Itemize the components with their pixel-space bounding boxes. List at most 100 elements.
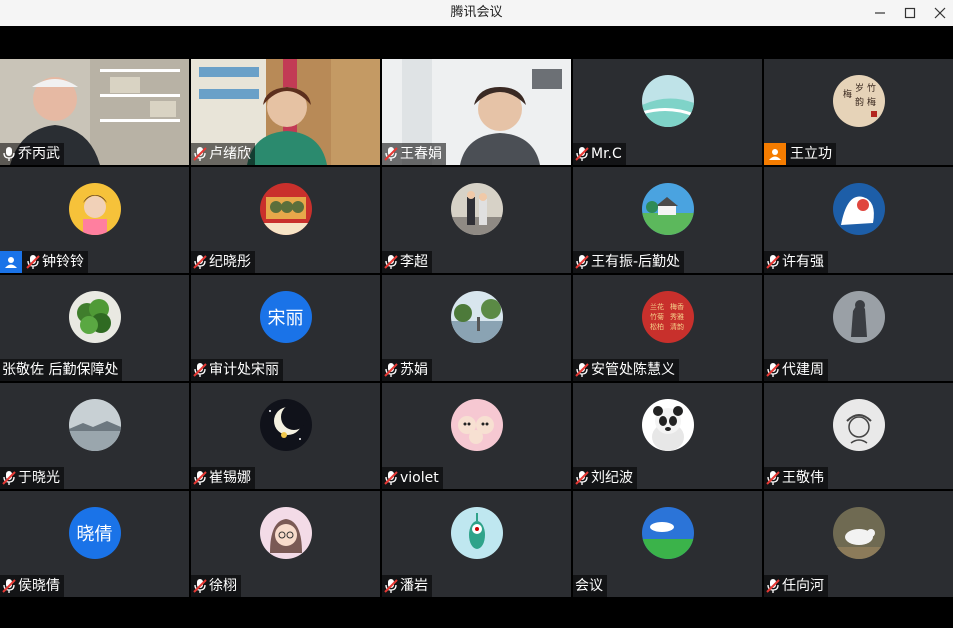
participant-tile[interactable]: 宋丽审计处宋丽: [191, 275, 380, 381]
participant-tile[interactable]: 崔锡娜: [191, 383, 380, 489]
participant-tile[interactable]: Mr.C: [573, 59, 762, 165]
title-bar: 腾讯会议: [0, 0, 953, 26]
svg-text:梅: 梅: [867, 96, 876, 108]
participant-name-label: 李超: [382, 251, 432, 273]
participant-avatar: 竹梅岁韵梅: [832, 75, 885, 127]
mic-muted-icon: [384, 471, 398, 485]
participant-tile[interactable]: 于晓光: [0, 383, 189, 489]
participant-tile[interactable]: 王敬伟: [764, 383, 953, 489]
mic-muted-icon: [575, 147, 589, 161]
participant-name: 纪晓彤: [209, 254, 251, 270]
participant-name: 会议: [575, 578, 603, 594]
participant-name-label: 王敬伟: [764, 467, 828, 489]
participant-name-label: 审计处宋丽: [191, 359, 283, 381]
participant-avatar: [641, 75, 694, 127]
participant-name-label: 王立功: [764, 143, 836, 165]
participant-avatar: [450, 399, 503, 451]
participant-tile[interactable]: 刘纪波: [573, 383, 762, 489]
avatar-initials: 晓倩: [76, 524, 113, 545]
participant-name-label: 侯晓倩: [0, 575, 64, 597]
participant-avatar: 宋丽: [259, 291, 312, 343]
maximize-icon: [904, 7, 916, 19]
participant-avatar: [259, 399, 312, 451]
participant-avatar: [450, 183, 503, 235]
participant-tile[interactable]: 乔丙武: [0, 59, 189, 165]
participant-name-label: 王有振-后勤处: [573, 251, 685, 273]
participant-avatar: [832, 399, 885, 451]
avatar-initials: 宋丽: [267, 308, 304, 329]
mic-muted-icon: [193, 255, 207, 269]
participant-avatar: [832, 291, 885, 343]
participant-name: violet: [400, 470, 439, 486]
participant-tile[interactable]: 晓倩侯晓倩: [0, 491, 189, 597]
participant-name: 乔丙武: [18, 146, 60, 162]
participant-name: 审计处宋丽: [209, 362, 279, 378]
participant-name: 李超: [400, 254, 428, 270]
maximize-button[interactable]: [895, 0, 925, 26]
participant-name-label: 王春娟: [382, 143, 446, 165]
participant-tile[interactable]: 会议: [573, 491, 762, 597]
participant-name-label: 钟铃铃: [0, 251, 88, 273]
participant-name: 王有振-后勤处: [591, 254, 681, 270]
svg-text:梅: 梅: [843, 88, 852, 100]
close-button[interactable]: [925, 0, 953, 26]
minimize-icon: [875, 12, 885, 14]
participant-name-label: 纪晓彤: [191, 251, 255, 273]
participant-name: 侯晓倩: [18, 578, 60, 594]
participant-name: 潘岩: [400, 578, 428, 594]
svg-text:韵: 韵: [855, 96, 864, 108]
minimize-button[interactable]: [865, 0, 895, 26]
mic-muted-icon: [193, 363, 207, 377]
user-icon: [0, 251, 22, 273]
bottom-toolbar-area: [0, 599, 953, 628]
mic-muted-icon: [26, 255, 40, 269]
mic-muted-icon: [193, 147, 207, 161]
participant-name-label: 卢绪欣: [191, 143, 255, 165]
participant-tile[interactable]: 卢绪欣: [191, 59, 380, 165]
participant-avatar: [832, 507, 885, 559]
participant-avatar: [641, 399, 694, 451]
mic-on-icon: [3, 147, 15, 161]
participant-tile[interactable]: 李超: [382, 167, 571, 273]
user-icon: [764, 143, 786, 165]
participant-name-label: 徐栩: [191, 575, 241, 597]
participant-tile[interactable]: 张敬佐 后勤保障处: [0, 275, 189, 381]
participant-tile[interactable]: 王有振-后勤处: [573, 167, 762, 273]
participant-tile[interactable]: 代建周: [764, 275, 953, 381]
participant-avatar: 兰花 竹菊 松柏 梅香 秀雅 清韵: [641, 291, 694, 343]
participant-name-label: 许有强: [764, 251, 828, 273]
participant-name-label: 潘岩: [382, 575, 432, 597]
svg-text:清韵: 清韵: [670, 322, 684, 331]
participant-name: 于晓光: [18, 470, 60, 486]
mic-muted-icon: [384, 363, 398, 377]
participant-avatar: [641, 183, 694, 235]
participant-tile[interactable]: 任向河: [764, 491, 953, 597]
mic-muted-icon: [384, 147, 398, 161]
participant-tile[interactable]: 钟铃铃: [0, 167, 189, 273]
participant-name-label: 苏娟: [382, 359, 432, 381]
participant-name-label: violet: [382, 467, 443, 489]
participant-tile[interactable]: 王春娟: [382, 59, 571, 165]
participant-name: 许有强: [782, 254, 824, 270]
participant-tile[interactable]: 徐栩: [191, 491, 380, 597]
participant-name-label: 于晓光: [0, 467, 64, 489]
participant-tile[interactable]: 竹梅岁韵梅王立功: [764, 59, 953, 165]
mic-muted-icon: [384, 255, 398, 269]
participant-tile[interactable]: 许有强: [764, 167, 953, 273]
mic-muted-icon: [766, 363, 780, 377]
participant-tile[interactable]: violet: [382, 383, 571, 489]
participant-avatar: [259, 507, 312, 559]
participant-avatar: [450, 291, 503, 343]
participant-tile[interactable]: 纪晓彤: [191, 167, 380, 273]
participant-avatar: [68, 399, 121, 451]
participant-avatar: 晓倩: [68, 507, 121, 559]
participant-name-label: 张敬佐 后勤保障处: [0, 359, 123, 381]
close-icon: [934, 7, 946, 19]
participant-tile[interactable]: 潘岩: [382, 491, 571, 597]
participant-tile[interactable]: 苏娟: [382, 275, 571, 381]
participant-name: 钟铃铃: [42, 254, 84, 270]
participant-tile[interactable]: 兰花 竹菊 松柏 梅香 秀雅 清韵 安管处陈慧义: [573, 275, 762, 381]
participant-avatar: [450, 507, 503, 559]
participant-name: 张敬佐 后勤保障处: [2, 362, 119, 378]
participant-name: 王立功: [790, 146, 832, 162]
